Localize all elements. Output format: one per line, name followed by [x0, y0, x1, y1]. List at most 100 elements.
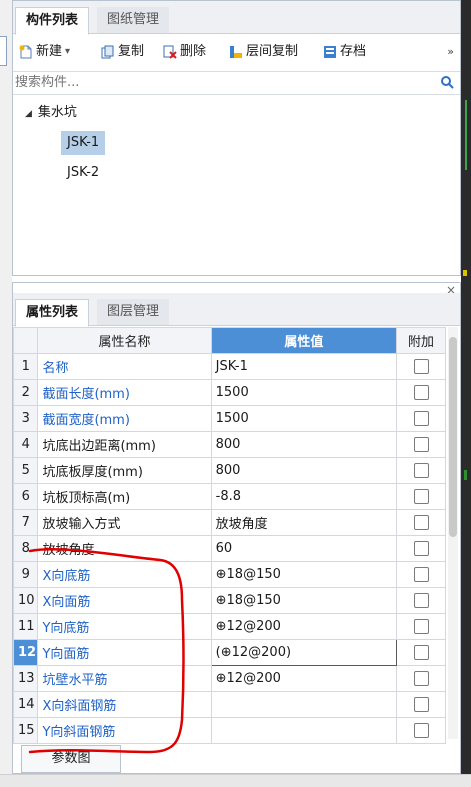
tab-component-list[interactable]: 构件列表: [15, 7, 90, 35]
extra-checkbox[interactable]: [413, 463, 429, 478]
property-value[interactable]: ⊕12@200: [210, 613, 398, 640]
table-row[interactable]: 13 坑壁水平筋 ⊕12@200: [12, 665, 446, 692]
extra-checkbox[interactable]: [413, 619, 429, 634]
extra-checkbox[interactable]: [413, 593, 429, 608]
property-value[interactable]: -8.8: [210, 483, 398, 510]
copy-icon: [101, 45, 114, 59]
extra-checkbox[interactable]: [413, 723, 429, 738]
property-value[interactable]: ⊕18@150: [210, 587, 398, 614]
search-icon[interactable]: [440, 75, 454, 89]
extra-checkbox[interactable]: [413, 437, 429, 452]
new-label: 新建: [36, 44, 63, 59]
table-row[interactable]: 2 截面长度(mm) 1500: [12, 379, 446, 406]
tree-item-jsk-2[interactable]: JSK-2: [67, 161, 99, 185]
table-row[interactable]: 9 X向底筋 ⊕18@150: [12, 561, 446, 588]
property-value[interactable]: 60: [210, 535, 398, 562]
delete-button[interactable]: 删除: [163, 41, 206, 63]
property-name: X向面筋: [37, 587, 212, 614]
property-value[interactable]: ⊕18@150: [210, 561, 398, 588]
expand-triangle-icon[interactable]: ◢: [25, 109, 32, 119]
row-number: 12: [12, 639, 39, 666]
extra-checkbox[interactable]: [413, 567, 429, 582]
property-value[interactable]: 1500: [210, 405, 398, 432]
table-row[interactable]: 4 坑底出边距离(mm) 800: [12, 431, 446, 458]
archive-button[interactable]: 存档: [323, 41, 366, 63]
property-value[interactable]: 800: [210, 457, 398, 484]
property-name: 坑底板厚度(mm): [37, 457, 212, 484]
scrollbar-thumb[interactable]: [449, 337, 457, 537]
tab-layer-management[interactable]: 图层管理: [97, 299, 170, 325]
table-row[interactable]: 15 Y向斜面钢筋: [12, 717, 446, 744]
toolbar-overflow-button[interactable]: »: [447, 41, 454, 63]
extra-cell: [396, 639, 446, 666]
table-row[interactable]: 3 截面宽度(mm) 1500: [12, 405, 446, 432]
extra-checkbox[interactable]: [413, 671, 429, 686]
extra-checkbox[interactable]: [413, 515, 429, 530]
floor-copy-label: 层间复制: [246, 44, 299, 59]
floor-copy-button[interactable]: 层间复制: [229, 41, 298, 63]
chevron-down-icon[interactable]: ▾: [65, 41, 70, 63]
property-value[interactable]: [210, 691, 398, 718]
column-header-name[interactable]: 属性名称: [37, 327, 212, 354]
property-value[interactable]: JSK-1: [210, 353, 398, 380]
column-header-extra[interactable]: 附加: [396, 327, 446, 354]
property-value[interactable]: [210, 717, 398, 744]
property-list-panel: × 属性列表 图层管理 属性名称 属性值 附加 1 名称 JSK-1 2 截面长度(mm…: [12, 282, 461, 774]
vertical-scrollbar[interactable]: [448, 327, 458, 739]
copy-button[interactable]: 复制: [101, 41, 144, 63]
extra-checkbox[interactable]: [413, 385, 429, 400]
row-number-header: [12, 327, 39, 354]
parameter-diagram-button[interactable]: 参数图: [21, 745, 121, 773]
property-table: 属性名称 属性值 附加 1 名称 JSK-1 2 截面长度(mm) 1500 3 截面宽度(m…: [12, 327, 446, 744]
table-row[interactable]: 5 坑底板厚度(mm) 800: [12, 457, 446, 484]
extra-cell: [396, 457, 446, 484]
table-row[interactable]: 14 X向斜面钢筋: [12, 691, 446, 718]
table-row[interactable]: 6 坑板顶标高(m) -8.8: [12, 483, 446, 510]
extra-checkbox[interactable]: [413, 489, 429, 504]
extra-cell: [396, 587, 446, 614]
collapsed-panel-tab[interactable]: [0, 36, 7, 66]
extra-cell: [396, 665, 446, 692]
search-input[interactable]: [13, 72, 417, 92]
table-row[interactable]: 11 Y向底筋 ⊕12@200: [12, 613, 446, 640]
tree-node-label: 集水坑: [37, 105, 77, 120]
extra-cell: [396, 613, 446, 640]
extra-checkbox[interactable]: [413, 359, 429, 374]
table-row[interactable]: 8 放坡角度 60: [12, 535, 446, 562]
row-number: 7: [12, 509, 39, 536]
property-tabbar: 属性列表 图层管理: [13, 293, 460, 327]
tab-drawing-management[interactable]: 图纸管理: [97, 7, 170, 33]
property-value[interactable]: 1500: [210, 379, 398, 406]
left-edge-strip: [0, 0, 12, 786]
extra-checkbox[interactable]: [413, 697, 429, 712]
tree-item-jsk-1[interactable]: JSK-1: [61, 131, 106, 155]
tab-property-list[interactable]: 属性列表: [15, 299, 90, 327]
extra-cell: [396, 691, 446, 718]
property-value[interactable]: 800: [210, 431, 398, 458]
property-value[interactable]: ⊕12@200: [210, 665, 398, 692]
table-row[interactable]: 12 Y向面筋 (⊕12@200): [12, 639, 446, 666]
delete-label: 删除: [180, 44, 207, 59]
table-row[interactable]: 7 放坡输入方式 放坡角度: [12, 509, 446, 536]
component-toolbar: 新建 ▾ 复制 删除 层间复制 存档 »: [13, 37, 460, 67]
extra-cell: [396, 509, 446, 536]
row-number: 10: [12, 587, 39, 614]
extra-cell: [396, 379, 446, 406]
extra-checkbox[interactable]: [413, 541, 429, 556]
extra-checkbox[interactable]: [413, 645, 429, 660]
archive-label: 存档: [340, 44, 367, 59]
column-header-value[interactable]: 属性值: [210, 327, 398, 354]
extra-cell: [396, 561, 446, 588]
canvas-mark-yellow: [463, 270, 467, 276]
row-number: 2: [12, 379, 39, 406]
table-row[interactable]: 10 X向面筋 ⊕18@150: [12, 587, 446, 614]
row-number: 13: [12, 665, 39, 692]
property-name: X向底筋: [37, 561, 212, 588]
property-value[interactable]: (⊕12@200): [210, 639, 398, 666]
new-file-icon: [19, 45, 32, 59]
tree-node-sump[interactable]: ◢ 集水坑: [25, 101, 77, 125]
extra-checkbox[interactable]: [413, 411, 429, 426]
table-row[interactable]: 1 名称 JSK-1: [12, 353, 446, 380]
property-value[interactable]: 放坡角度: [210, 509, 398, 536]
new-button[interactable]: 新建 ▾: [19, 41, 70, 63]
